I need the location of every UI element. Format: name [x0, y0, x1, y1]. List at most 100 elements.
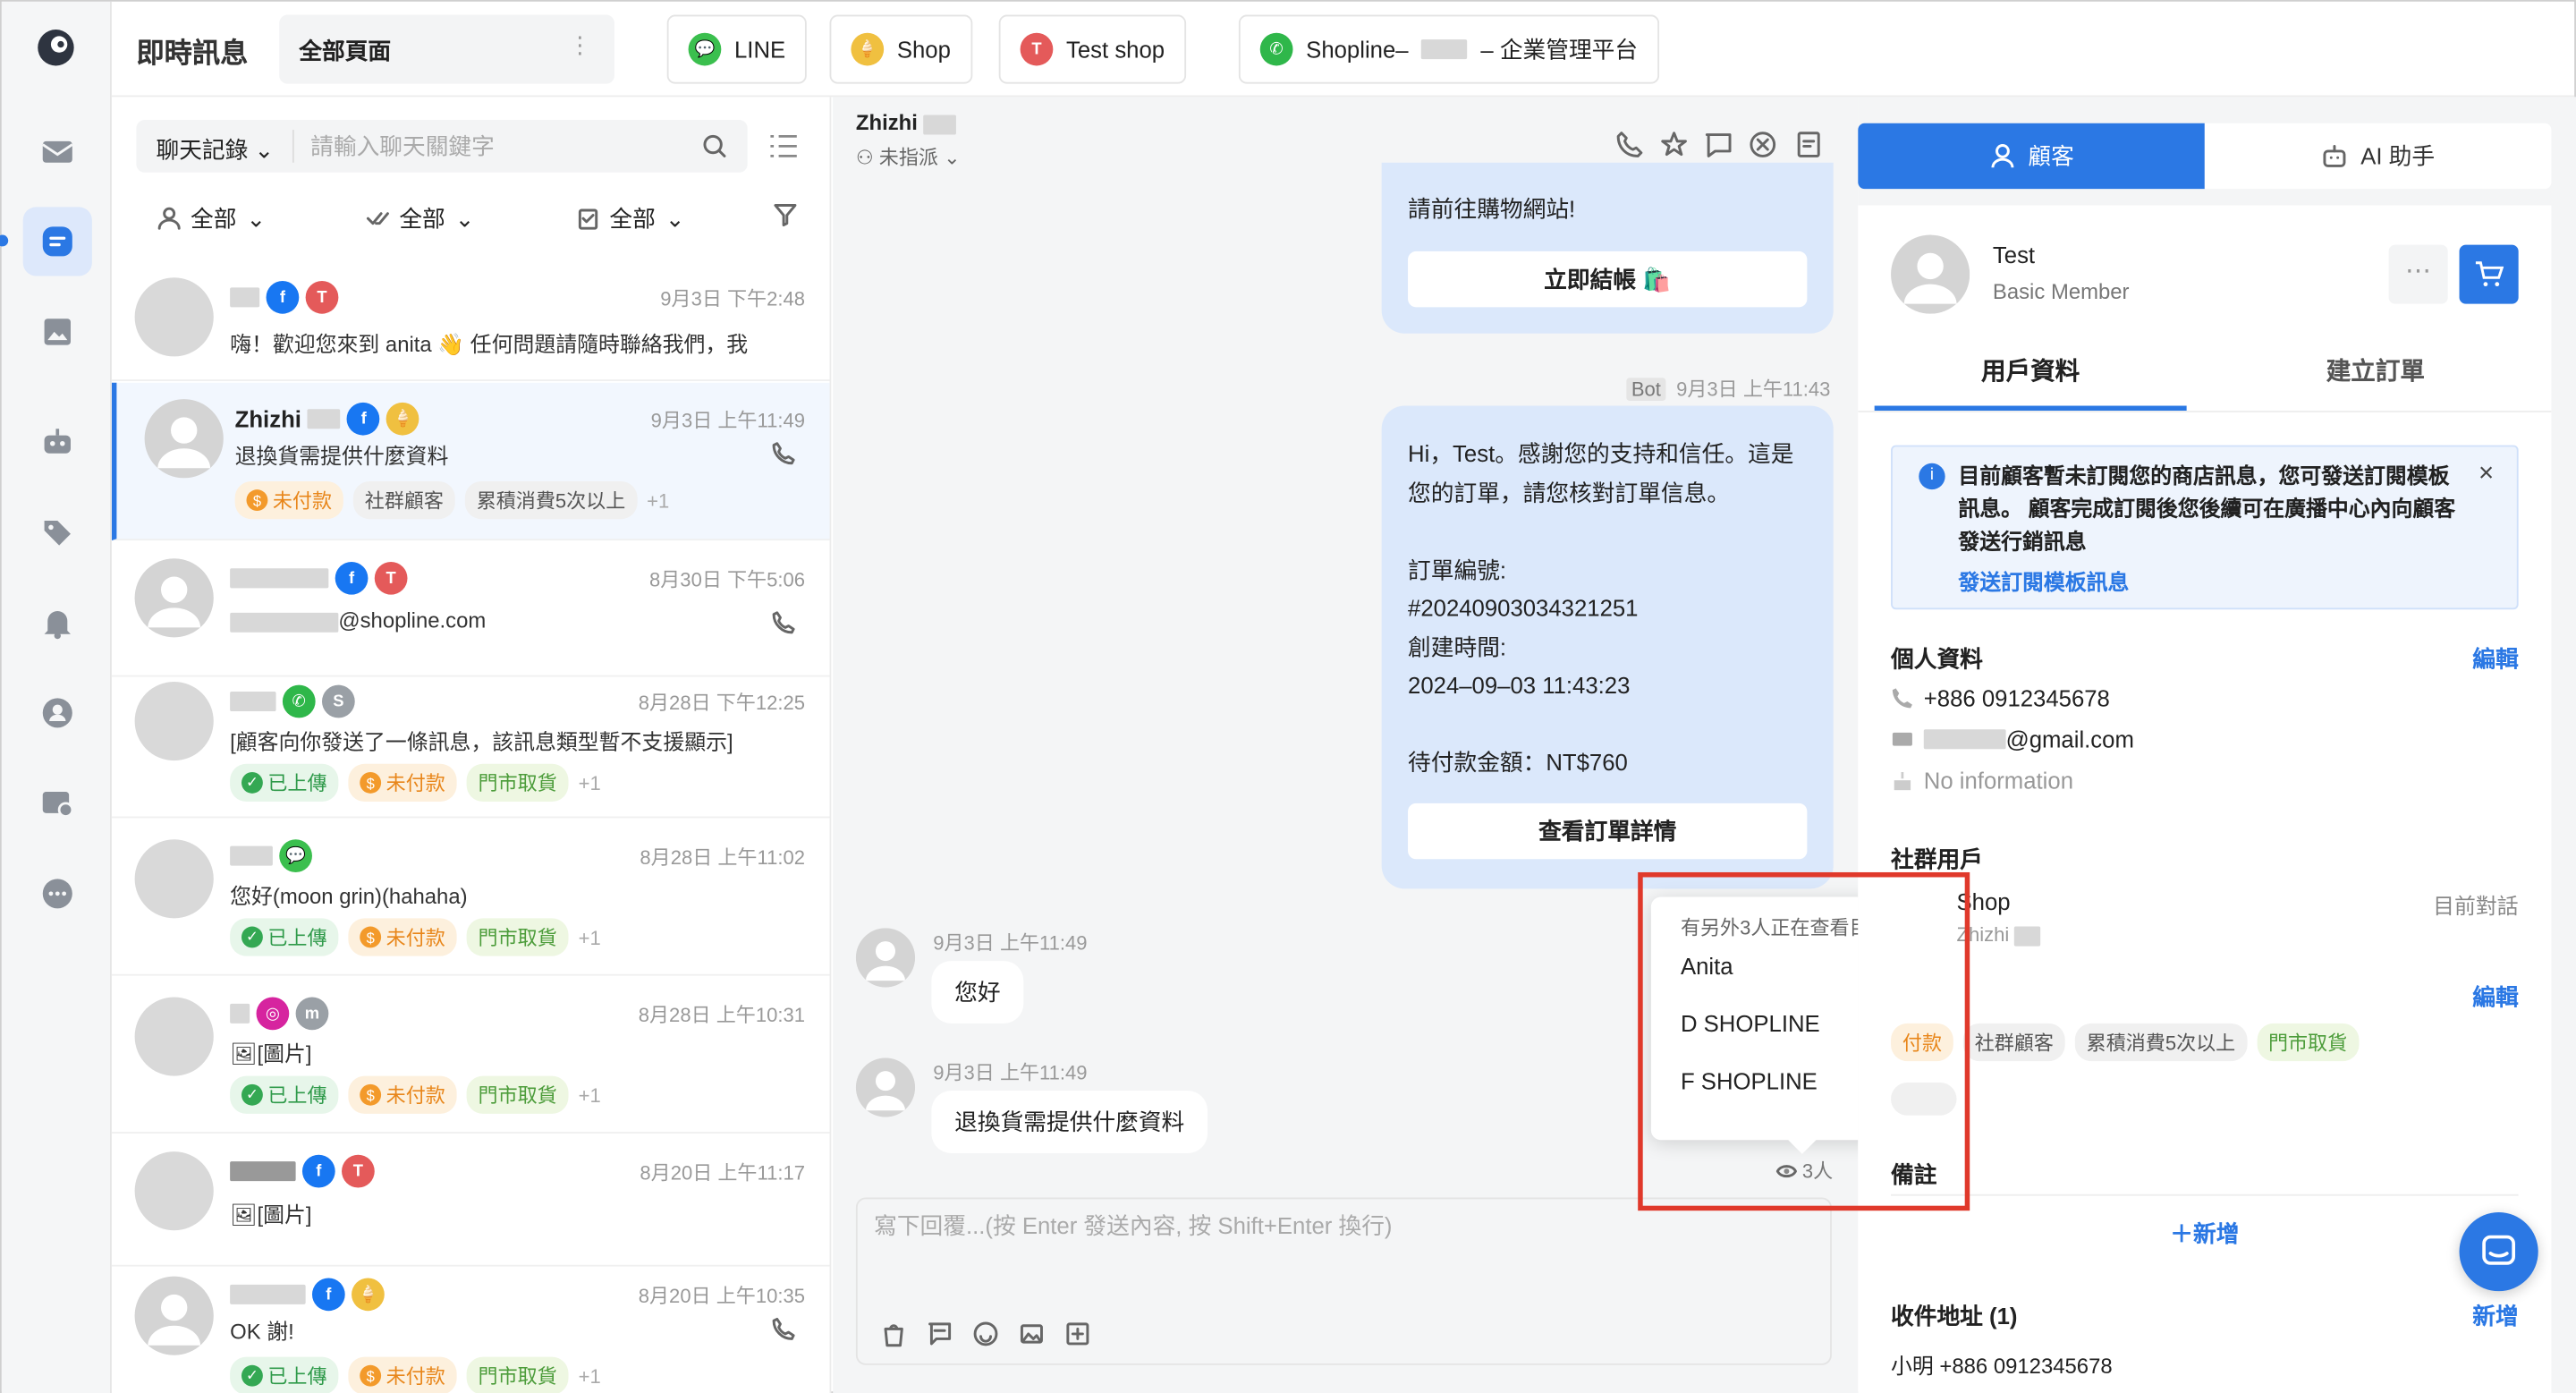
page-select[interactable]: 全部頁面 ⋮ [279, 14, 614, 84]
tab-customer[interactable]: 顧客 [1858, 123, 2205, 190]
top-bar: 即時訊息 全部頁面 ⋮ 💬 LINE 🍦 Shop T Test shop ✆ Shopl… [111, 1, 2575, 98]
conversation-time: 9月3日 下午2:48 [660, 287, 805, 311]
avatar [134, 1151, 214, 1231]
phone-icon[interactable] [1614, 130, 1644, 159]
customer-avatar [855, 928, 916, 988]
tag-frequent: 累積消費5次以上 [464, 480, 638, 520]
add-attachment-icon[interactable] [1064, 1321, 1090, 1346]
more-tags-count: +1 [578, 1363, 601, 1388]
tag-pickup: 門市取貨 [466, 1356, 569, 1393]
mail-icon[interactable] [23, 116, 92, 185]
conversation-item[interactable]: ◎ m 8月28日 上午10:31 🖼[圖片] ✓ 已上傳 $ 未付款 門市取貨 +1 [111, 977, 830, 1134]
notes-icon[interactable] [1794, 130, 1824, 159]
search-icon[interactable] [701, 133, 727, 159]
funnel-icon[interactable] [772, 202, 798, 228]
resolve-icon[interactable] [1748, 130, 1777, 159]
more-tags-count: +1 [647, 488, 670, 512]
bot-icon[interactable] [23, 407, 92, 476]
app-window: 即時訊息 全部頁面 ⋮ 💬 LINE 🍦 Shop T Test shop ✆ Shopl… [0, 0, 2576, 1393]
tag-uploaded: ✓ 已上傳 [230, 1075, 339, 1114]
shopping-bag-icon[interactable] [880, 1321, 906, 1347]
channel-tab-shop[interactable]: 🍦 Shop [829, 14, 972, 84]
search-input[interactable] [310, 130, 689, 163]
channel-label: Shopline– [1306, 36, 1409, 63]
send-subscription-link[interactable]: 發送訂閱模板訊息 [1958, 565, 2129, 597]
contacts-icon[interactable] [23, 678, 92, 747]
checkout-button[interactable]: 立即結帳 🛍️ [1408, 251, 1808, 308]
conversation-item[interactable]: fT 8月30日 下午5:06 @shopline.com [111, 542, 830, 677]
image-icon: 🖼 [230, 1202, 258, 1227]
tag-pickup: 門市取貨 [466, 763, 569, 803]
tag-chip [1891, 1082, 1957, 1116]
star-icon[interactable] [1659, 130, 1689, 159]
tag-pickup: 門市取貨 [466, 918, 569, 956]
tag-pickup: 門市取貨 [466, 1075, 569, 1114]
message-time: 9月3日 上午11:49 [933, 931, 1088, 955]
reply-input[interactable] [874, 1209, 1794, 1275]
list-view-icon[interactable] [769, 133, 799, 159]
image-icon: 🖼 [230, 1041, 258, 1066]
cart-button[interactable] [2459, 244, 2519, 304]
chat-icon[interactable] [22, 207, 92, 276]
filter-value: 全部 [399, 205, 445, 232]
section-title-personal: 個人資料 [1891, 645, 1983, 672]
app-logo-icon[interactable] [35, 26, 78, 69]
emoji-icon[interactable] [972, 1321, 998, 1346]
view-order-button[interactable]: 查看訂單詳情 [1408, 803, 1808, 860]
viewer-count[interactable]: 3人 [1775, 1157, 1833, 1185]
conversation-item[interactable]: 💬 8月28日 上午11:02 您好(moon grin)(hahaha) ✓ 已… [111, 820, 830, 976]
conversation-item[interactable]: fT 9月3日 下午2:48 嗨！歡迎您來到 anita 👋 任何問題請隨時聯絡… [111, 261, 830, 381]
conversation-name: Zhizhi f 🍦 [235, 402, 420, 436]
assign-dropdown[interactable]: ⚇ 未指派 ⌄ [856, 143, 961, 171]
channel-label-suffix: – 企業管理平台 [1480, 36, 1639, 63]
customer-tags: 付款 社群顧客 累積消費5次以上 門市取貨 [1891, 1023, 2360, 1062]
bot-message-order: Hi，Test。感謝您的支持和信任。這是 您的訂單，請您核對訂單信息。 訂單編號… [1381, 405, 1834, 889]
search-type-dropdown[interactable]: 聊天記錄 ⌄ [156, 133, 274, 166]
subtab-profile[interactable]: 用戶資料 [1875, 353, 2187, 388]
conversation-item-selected[interactable]: Zhizhi f 🍦 9月3日 上午11:49 退換貨需提供什麼資料 $ 未付款 社群… [111, 382, 830, 541]
add-note-button[interactable]: ＋ 新增 [1891, 1193, 2519, 1270]
search-bar: 聊天記錄 ⌄ [136, 120, 748, 173]
tag-icon[interactable] [23, 497, 92, 566]
nav-rail [0, 1, 112, 1393]
close-icon[interactable]: × [2479, 460, 2494, 489]
subtab-create-order[interactable]: 建立訂單 [2219, 353, 2531, 388]
channel-tab-line[interactable]: 💬 LINE [666, 14, 808, 84]
phone-icon [1892, 688, 1912, 709]
image-upload-icon[interactable] [1019, 1321, 1045, 1346]
more-icon[interactable] [23, 859, 92, 928]
conversation-item[interactable]: f 🍦 8月20日 上午10:35 OK 謝! ✓ 已上傳 $ 未付款 門市取貨 +1 [112, 1268, 830, 1393]
tab-ai-assistant[interactable]: AI 助手 [2204, 123, 2552, 190]
social-user: Zhizhi [1957, 923, 2041, 947]
conversation-time: 8月20日 上午11:17 [640, 1161, 805, 1185]
support-chat-button[interactable] [2459, 1212, 2538, 1292]
section-title-notes: 備註 [1891, 1161, 1937, 1188]
conversation-item[interactable]: ✆ S 8月28日 下午12:25 [顧客向你發送了一條訊息，該訊息類型暫不支援顯… [111, 678, 830, 819]
bell-icon[interactable] [23, 588, 92, 657]
tag-uploaded: ✓ 已上傳 [230, 763, 339, 803]
comment-icon[interactable] [1704, 130, 1733, 159]
filter-tag[interactable]: 全部 ⌄ [577, 202, 684, 235]
message-time: 9月3日 上午11:49 [933, 1061, 1088, 1084]
template-icon[interactable] [927, 1321, 953, 1346]
active-indicator [0, 234, 9, 247]
channel-tab-test-shop[interactable]: T Test shop [998, 14, 1186, 84]
conversation-time: 8月20日 上午10:35 [638, 1284, 805, 1308]
add-address-link[interactable]: 新增 [2472, 1299, 2518, 1332]
conversation-preview: 🖼[圖片] [230, 1041, 312, 1066]
info-icon: i [1919, 463, 1945, 490]
filter-status[interactable]: 全部 ⌄ [366, 202, 474, 235]
filter-assignee[interactable]: 全部 ⌄ [157, 202, 266, 235]
conversation-item[interactable]: fT 8月20日 上午11:17 🖼[圖片] [111, 1135, 830, 1267]
more-tags-count: +1 [578, 1083, 601, 1107]
more-options-button[interactable]: ⋯ [2388, 244, 2448, 304]
messenger-icon: m [295, 997, 329, 1031]
kebab-icon[interactable]: ⋮ [568, 31, 591, 59]
edit-tags-link[interactable]: 編輯 [2472, 981, 2518, 1014]
report-icon[interactable] [23, 769, 92, 837]
image-icon[interactable] [23, 297, 92, 366]
channel-tab-shopline[interactable]: ✆ Shopline– – 企業管理平台 [1238, 14, 1660, 84]
customer-name: Test [1992, 241, 2036, 268]
edit-personal-link[interactable]: 編輯 [2472, 642, 2518, 675]
conversation-name: f 🍦 [230, 1278, 385, 1312]
